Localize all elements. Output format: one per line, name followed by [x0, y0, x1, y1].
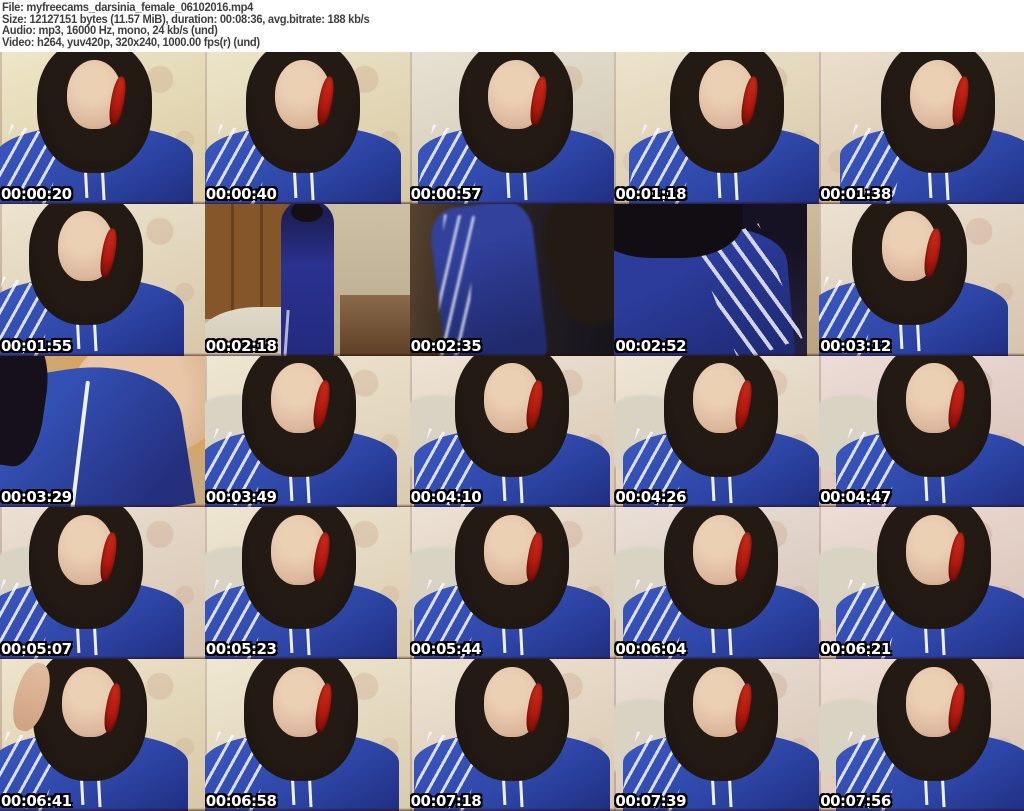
frame-timestamp: 00:00:57 — [410, 184, 482, 203]
video-frame-thumbnail: 00:03:49 — [204, 355, 410, 508]
video-frame-thumbnail: 00:02:52 — [614, 203, 820, 356]
video-frame-thumbnail: 00:00:40 — [204, 52, 410, 204]
video-frame-thumbnail: 00:06:58 — [204, 659, 410, 811]
video-frame-thumbnail: 00:03:29 — [0, 355, 205, 508]
frame-timestamp: 00:01:55 — [1, 336, 72, 355]
video-frame-thumbnail: 00:04:10 — [409, 355, 615, 508]
frame-timestamp: 00:04:26 — [615, 488, 687, 507]
video-frame-thumbnail: 00:04:26 — [614, 355, 820, 508]
frame-timestamp: 00:06:21 — [820, 640, 891, 659]
thumbnail-grid: 00:00:20 00:00:40 00:00:57 00:01:18 00:0… — [0, 52, 1024, 811]
video-frame-thumbnail: 00:06:04 — [614, 507, 820, 660]
frame-timestamp: 00:06:58 — [205, 791, 277, 810]
frame-timestamp: 00:05:23 — [205, 640, 277, 659]
video-frame-thumbnail: 00:05:44 — [409, 507, 615, 660]
scene-shape-a — [806, 203, 820, 356]
frame-timestamp: 00:03:49 — [205, 488, 277, 507]
video-frame-thumbnail: 00:04:47 — [819, 355, 1024, 508]
video-frame-thumbnail: 00:02:18 — [204, 203, 410, 356]
video-frame-thumbnail: 00:07:39 — [614, 659, 820, 811]
frame-timestamp: 00:06:04 — [615, 640, 687, 659]
video-frame-thumbnail: 00:01:55 — [0, 203, 205, 356]
frame-timestamp: 00:05:44 — [410, 640, 482, 659]
video-frame-thumbnail: 00:01:18 — [614, 52, 820, 204]
frame-timestamp: 00:01:38 — [820, 184, 891, 203]
scene-shape-c — [339, 294, 410, 356]
frame-timestamp: 00:02:35 — [410, 336, 482, 355]
frame-timestamp: 00:04:47 — [820, 488, 891, 507]
contact-sheet: File: myfreecams_darsinia_female_0610201… — [0, 0, 1024, 811]
frame-timestamp: 00:07:18 — [410, 791, 482, 810]
frame-timestamp: 00:02:18 — [205, 336, 277, 355]
frame-timestamp: 00:01:18 — [615, 184, 687, 203]
video-frame-thumbnail: 00:07:18 — [409, 659, 615, 811]
scene-shape-d — [280, 203, 334, 356]
frame-timestamp: 00:04:10 — [410, 488, 482, 507]
frame-timestamp: 00:00:40 — [205, 184, 277, 203]
video-frame-thumbnail: 00:00:57 — [409, 52, 615, 204]
video-frame-thumbnail: 00:05:07 — [0, 507, 205, 660]
video-frame-thumbnail: 00:03:12 — [819, 203, 1024, 356]
video-frame-thumbnail: 00:00:20 — [0, 52, 205, 204]
frame-timestamp: 00:06:41 — [1, 791, 72, 810]
video-line: Video: h264, yuv420p, 320x240, 1000.00 f… — [2, 35, 260, 50]
video-frame-thumbnail: 00:06:21 — [819, 507, 1024, 660]
frame-timestamp: 00:00:20 — [1, 184, 72, 203]
frame-timestamp: 00:02:52 — [615, 336, 687, 355]
video-frame-thumbnail: 00:06:41 — [0, 659, 205, 811]
frame-timestamp: 00:03:12 — [820, 336, 891, 355]
video-frame-thumbnail: 00:05:23 — [204, 507, 410, 660]
frame-timestamp: 00:05:07 — [1, 640, 72, 659]
frame-timestamp: 00:03:29 — [1, 488, 72, 507]
frame-timestamp: 00:07:56 — [820, 791, 891, 810]
frame-timestamp: 00:07:39 — [615, 791, 687, 810]
video-frame-thumbnail: 00:01:38 — [819, 52, 1024, 204]
jacket-shape — [427, 203, 551, 356]
video-frame-thumbnail: 00:02:35 — [409, 203, 615, 356]
metadata-header: File: myfreecams_darsinia_female_0610201… — [0, 0, 1024, 52]
video-frame-thumbnail: 00:07:56 — [819, 659, 1024, 811]
